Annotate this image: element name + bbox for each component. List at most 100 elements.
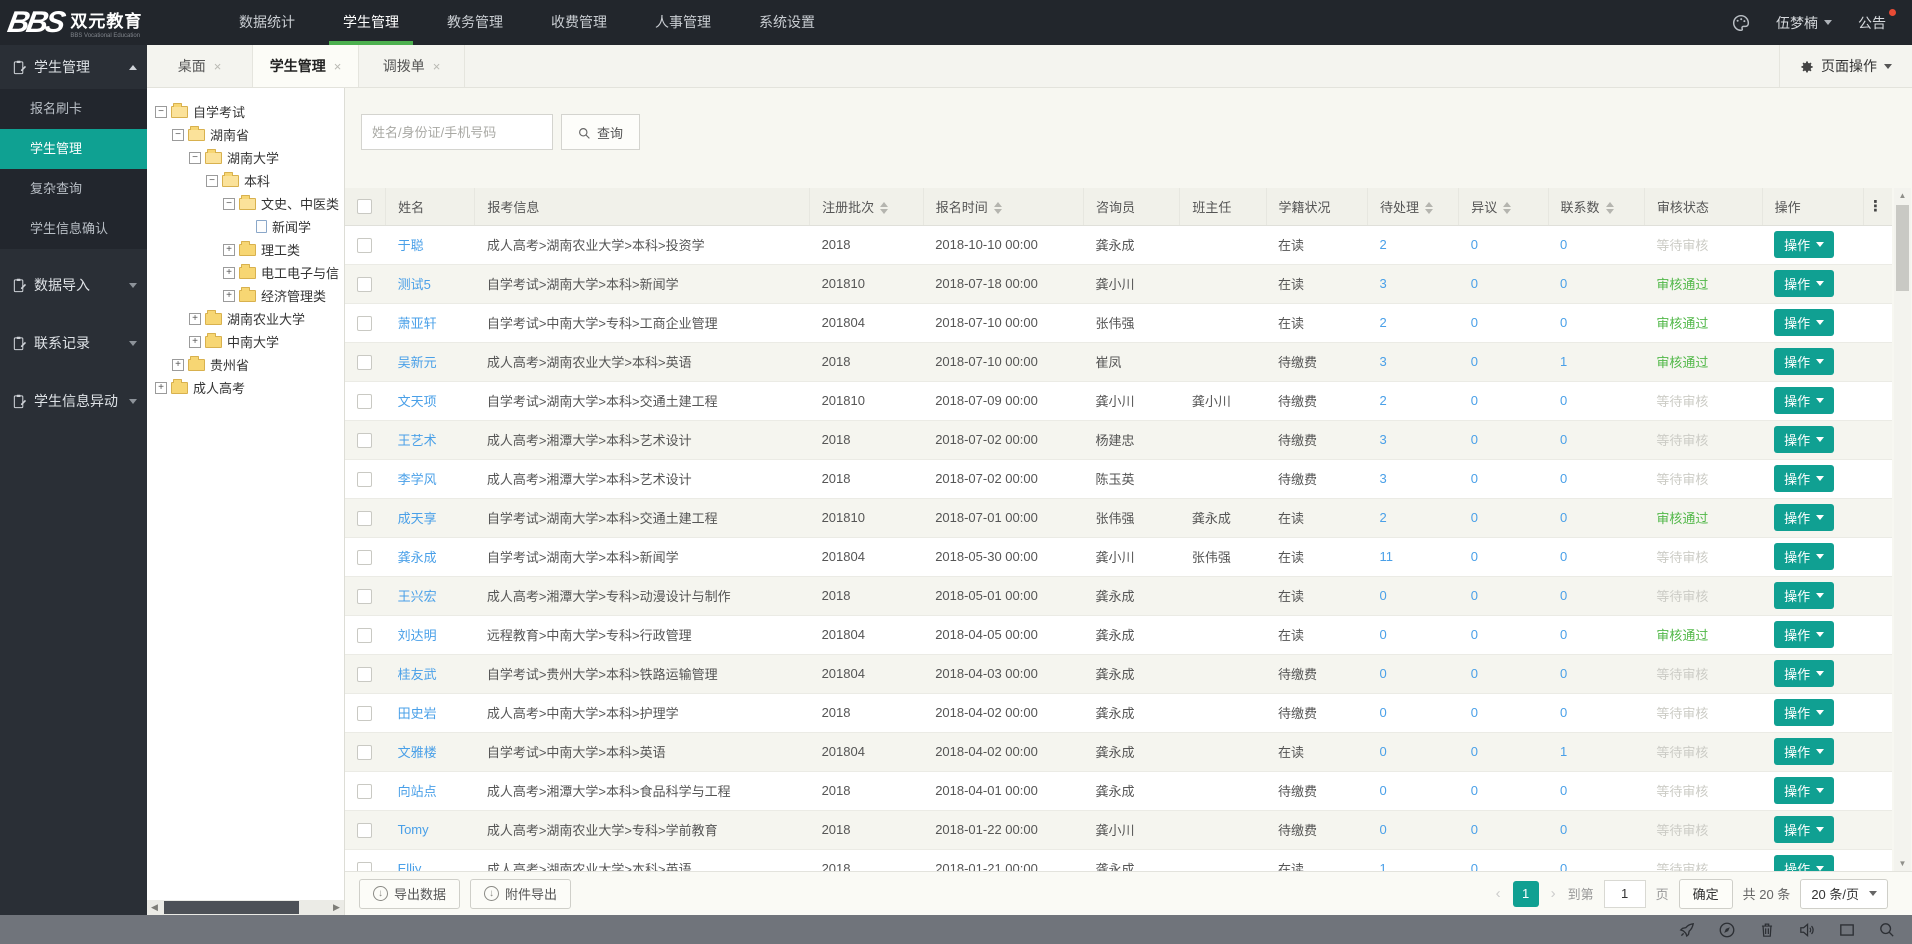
dispute-count-cell-link[interactable]: 0 [1471,588,1478,603]
row-action-button[interactable]: 操作 [1774,231,1834,258]
row-checkbox[interactable] [357,238,372,253]
row-checkbox[interactable] [357,589,372,604]
nav-item-2[interactable]: 学生管理 [319,0,423,45]
row-action-button[interactable]: 操作 [1774,543,1834,570]
contact-count-cell-link[interactable]: 0 [1560,861,1567,871]
search-icon[interactable] [1878,921,1896,939]
dispute-count-cell-link[interactable]: 0 [1471,705,1478,720]
sidebar-section-2[interactable]: 数据导入 [0,263,147,307]
user-menu[interactable]: 伍梦楠 [1776,13,1832,33]
contact-count-cell-link[interactable]: 0 [1560,822,1567,837]
expand-icon[interactable]: + [189,336,201,348]
rocket-icon[interactable] [1678,921,1696,939]
window-icon[interactable] [1838,921,1856,939]
tree-node[interactable]: −自学考试 [153,100,340,123]
nav-item-3[interactable]: 教务管理 [423,0,527,45]
trash-icon[interactable] [1758,921,1776,939]
contact-count-cell-link[interactable]: 0 [1560,471,1567,486]
row-checkbox[interactable] [357,745,372,760]
row-action-button[interactable]: 操作 [1774,777,1834,804]
scrollbar-thumb[interactable] [1896,205,1909,291]
prev-page-icon[interactable]: ‹ [1494,885,1503,902]
dispute-count-cell-link[interactable]: 0 [1471,861,1478,871]
dispute-count-cell-link[interactable]: 0 [1471,549,1478,564]
tab-1[interactable]: 桌面× [147,45,253,87]
dispute-count-cell-link[interactable]: 0 [1471,783,1478,798]
contact-count-cell-link[interactable]: 0 [1560,705,1567,720]
expand-icon[interactable]: + [223,267,235,279]
dispute-count-cell-link[interactable]: 0 [1471,822,1478,837]
student-name-link[interactable]: 于聪 [398,238,424,253]
tree-node[interactable]: 新闻学 [153,215,340,238]
pending-count-cell-link[interactable]: 0 [1379,627,1386,642]
row-checkbox[interactable] [357,823,372,838]
contact-count-cell-link[interactable]: 1 [1560,744,1567,759]
tree-node[interactable]: +经济管理类 [153,284,340,307]
contact-count-cell-link[interactable]: 0 [1560,276,1567,291]
contact-count-cell-link[interactable]: 0 [1560,549,1567,564]
nav-item-6[interactable]: 系统设置 [735,0,839,45]
sidebar-item-1-4[interactable]: 学生信息确认 [0,209,147,249]
row-action-button[interactable]: 操作 [1774,855,1834,871]
sort-icon[interactable] [1606,202,1614,214]
page-actions-button[interactable]: 页面操作 [1779,45,1912,87]
tab-3[interactable]: 调拨单× [359,45,465,87]
current-page-button[interactable]: 1 [1513,881,1539,907]
student-name-link[interactable]: 吴新元 [398,355,437,370]
expand-icon[interactable]: + [223,244,235,256]
row-checkbox[interactable] [357,277,372,292]
pending-count-cell-link[interactable]: 1 [1379,861,1386,871]
dispute-count-cell-link[interactable]: 0 [1471,471,1478,486]
student-name-link[interactable]: 文天项 [398,394,437,409]
contact-count-cell-link[interactable]: 1 [1560,354,1567,369]
row-action-button[interactable]: 操作 [1774,504,1834,531]
dispute-count-cell-link[interactable]: 0 [1471,510,1478,525]
tab-2[interactable]: 学生管理× [253,45,359,87]
row-action-button[interactable]: 操作 [1774,348,1834,375]
contact-count-cell-link[interactable]: 0 [1560,510,1567,525]
tree-node[interactable]: −湖南省 [153,123,340,146]
student-name-link[interactable]: 向站点 [398,784,437,799]
student-name-link[interactable]: 桂友武 [398,667,437,682]
nav-item-5[interactable]: 人事管理 [631,0,735,45]
pending-count-cell-link[interactable]: 3 [1379,276,1386,291]
compass-icon[interactable] [1718,921,1736,939]
row-checkbox[interactable] [357,511,372,526]
row-checkbox[interactable] [357,316,372,331]
dispute-count-cell-link[interactable]: 0 [1471,393,1478,408]
pending-count-cell-link[interactable]: 2 [1379,315,1386,330]
row-checkbox[interactable] [357,355,372,370]
contact-count-cell-link[interactable]: 0 [1560,627,1567,642]
dispute-count-cell-link[interactable]: 0 [1471,666,1478,681]
expand-icon[interactable]: + [155,382,167,394]
dispute-count-cell-link[interactable]: 0 [1471,276,1478,291]
dispute-count-cell-link[interactable]: 0 [1471,354,1478,369]
theme-palette-icon[interactable] [1732,14,1750,32]
close-tab-icon[interactable]: × [334,59,342,74]
sort-icon[interactable] [1503,202,1511,214]
student-name-link[interactable]: 王兴宏 [398,589,437,604]
row-checkbox[interactable] [357,706,372,721]
pending-count-cell-link[interactable]: 2 [1379,393,1386,408]
pending-count-cell-link[interactable]: 3 [1379,471,1386,486]
row-action-button[interactable]: 操作 [1774,621,1834,648]
scroll-left-icon[interactable]: ◀ [147,900,162,915]
pending-count-cell-link[interactable]: 0 [1379,666,1386,681]
scroll-right-icon[interactable]: ▶ [329,900,344,915]
scroll-up-icon[interactable]: ▲ [1894,188,1911,203]
dispute-count-cell-link[interactable]: 0 [1471,627,1478,642]
contact-count-cell-link[interactable]: 0 [1560,432,1567,447]
student-name-link[interactable]: Elliy [398,861,422,871]
contact-count-cell-link[interactable]: 0 [1560,315,1567,330]
pending-count-cell-link[interactable]: 3 [1379,354,1386,369]
row-checkbox[interactable] [357,862,372,871]
student-name-link[interactable]: 刘达明 [398,628,437,643]
tree-node[interactable]: +湖南农业大学 [153,307,340,330]
tree-node[interactable]: −湖南大学 [153,146,340,169]
student-name-link[interactable]: 龚永成 [398,550,437,565]
sidebar-section-3[interactable]: 联系记录 [0,321,147,365]
expand-icon[interactable]: + [223,290,235,302]
student-name-link[interactable]: 王艺术 [398,433,437,448]
row-action-button[interactable]: 操作 [1774,270,1834,297]
row-action-button[interactable]: 操作 [1774,426,1834,453]
